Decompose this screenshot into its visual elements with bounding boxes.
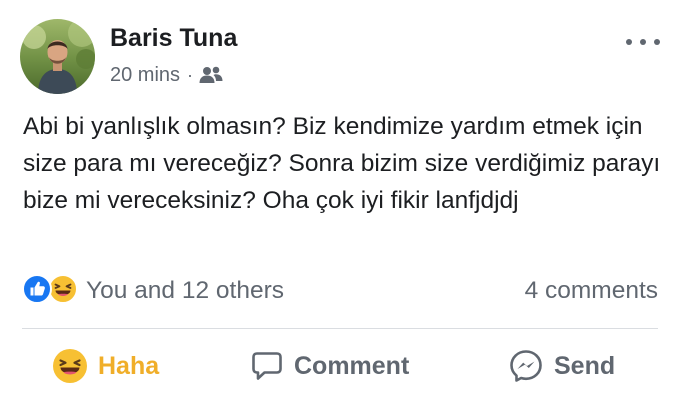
post-timestamp[interactable]: 20 mins xyxy=(110,64,180,87)
reaction-icons xyxy=(22,273,78,309)
send-button[interactable]: Send xyxy=(508,342,615,390)
divider xyxy=(22,328,658,329)
comment-icon xyxy=(250,349,284,383)
more-dot xyxy=(640,39,646,45)
more-dot xyxy=(626,39,632,45)
haha-button[interactable]: Haha xyxy=(52,342,159,390)
more-options-icon[interactable] xyxy=(626,32,660,52)
comment-label: Comment xyxy=(294,351,410,380)
author-name[interactable]: Baris Tuna xyxy=(110,24,237,53)
reactions-bar: You and 12 others 4 comments xyxy=(22,273,658,309)
reaction-summary[interactable]: You and 12 others xyxy=(22,273,284,309)
post-text: Abi bi yanlışlık olmasın? Biz kendimize … xyxy=(23,113,661,214)
author-avatar[interactable] xyxy=(20,19,95,94)
post-meta: 20 mins · xyxy=(110,62,223,88)
haha-icon xyxy=(48,273,78,309)
messenger-icon xyxy=(508,348,544,384)
post-card: Baris Tuna 20 mins · Abi bi yanlışlık ol… xyxy=(0,0,680,402)
comment-count-link[interactable]: 4 comments xyxy=(525,277,658,305)
haha-icon xyxy=(52,348,88,384)
haha-label: Haha xyxy=(98,351,160,380)
meta-separator: · xyxy=(187,64,194,85)
post-actions: Haha Comment Send xyxy=(0,342,680,390)
more-dot xyxy=(654,39,660,45)
reaction-count-text: You and 12 others xyxy=(86,277,284,304)
comment-button[interactable]: Comment xyxy=(250,342,409,390)
send-label: Send xyxy=(554,351,616,380)
like-icon xyxy=(22,273,52,309)
friends-icon[interactable] xyxy=(199,65,223,85)
